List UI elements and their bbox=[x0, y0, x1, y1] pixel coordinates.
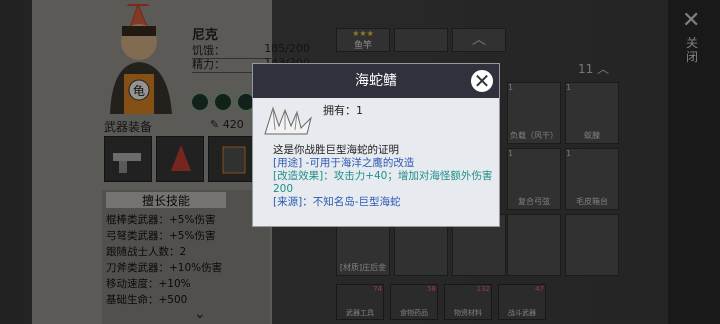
owned-count: 拥有：1 bbox=[323, 104, 363, 117]
description-text: 这是你战胜巨型海蛇的证明 bbox=[273, 144, 399, 156]
fin-icon bbox=[263, 104, 313, 142]
item-detail-modal: 海蛇鳍 ✕ 拥有：1 这是你战胜巨型海蛇的证明 [用途] -可用于海洋之鹰的改造… bbox=[252, 63, 500, 227]
modal-title: 海蛇鳍 bbox=[253, 64, 499, 98]
effect-text: [改造效果]：攻击力+40；增加对海怪额外伤害200 bbox=[273, 170, 493, 195]
source-text: [来源]：不知名岛-巨型海蛇 bbox=[273, 196, 401, 208]
item-description: 这是你战胜巨型海蛇的证明 [用途] -可用于海洋之鹰的改造 [改造效果]：攻击力… bbox=[273, 144, 493, 209]
usage-text: [用途] -可用于海洋之鹰的改造 bbox=[273, 157, 415, 169]
close-icon[interactable]: ✕ bbox=[469, 68, 495, 94]
